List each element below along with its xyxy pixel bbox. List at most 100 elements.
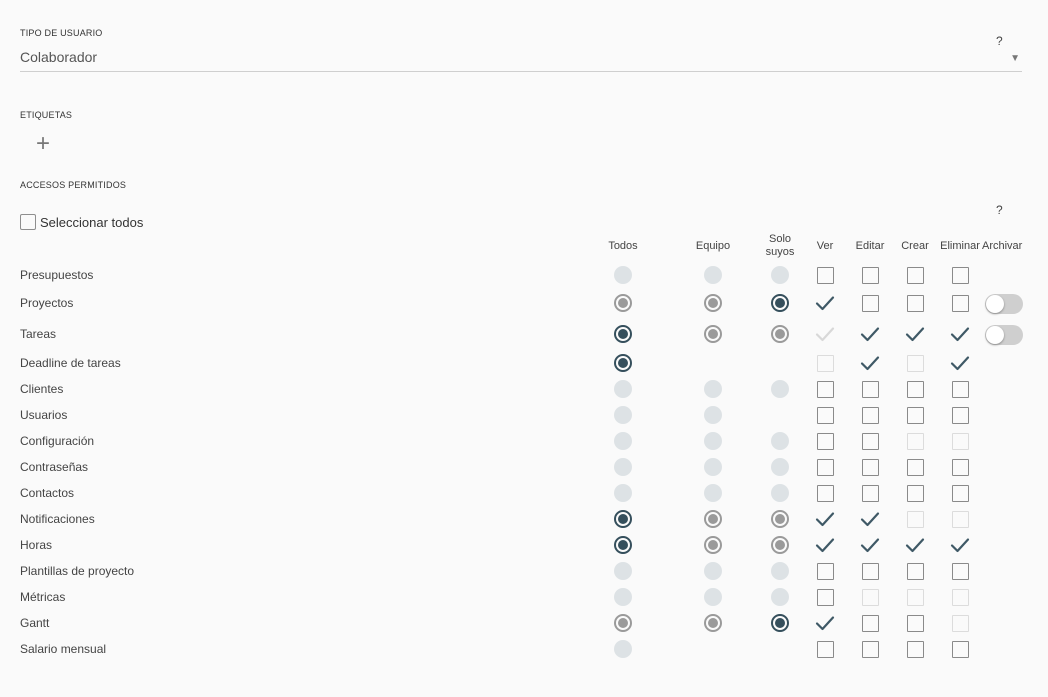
checkbox-ver[interactable] <box>815 293 835 313</box>
checkbox-eliminar[interactable] <box>950 324 970 344</box>
radio-solo-suyos[interactable] <box>770 293 790 313</box>
checkbox-eliminar[interactable] <box>950 457 970 477</box>
checkbox-crear[interactable] <box>905 457 925 477</box>
radio-todos[interactable] <box>613 293 633 313</box>
checkbox-ver[interactable] <box>815 483 835 503</box>
checkbox-editar[interactable] <box>860 353 880 373</box>
radio-equipo[interactable] <box>703 587 723 607</box>
checkbox-eliminar[interactable] <box>950 379 970 399</box>
accesos-help-icon[interactable]: ? <box>996 203 1003 217</box>
checkbox-eliminar[interactable] <box>950 639 970 659</box>
checkbox-editar[interactable] <box>860 509 880 529</box>
radio-equipo[interactable] <box>703 535 723 555</box>
checkbox-editar[interactable] <box>860 324 880 344</box>
checkbox-crear[interactable] <box>905 324 925 344</box>
radio-todos[interactable] <box>613 265 633 285</box>
radio-solo-suyos[interactable] <box>770 561 790 581</box>
checkbox-eliminar[interactable] <box>950 353 970 373</box>
radio-equipo[interactable] <box>703 613 723 633</box>
checkbox-ver[interactable] <box>815 639 835 659</box>
checkbox-crear[interactable] <box>905 639 925 659</box>
tipo-usuario-select[interactable]: Colaborador ▼ <box>20 47 1022 73</box>
radio-solo-suyos[interactable] <box>770 613 790 633</box>
radio-todos[interactable] <box>613 405 633 425</box>
select-all-checkbox[interactable]: Seleccionar todos <box>20 214 143 230</box>
radio-solo-suyos[interactable] <box>770 431 790 451</box>
radio-todos[interactable] <box>613 613 633 633</box>
checkbox-editar[interactable] <box>860 293 880 313</box>
checkbox-editar[interactable] <box>860 265 880 285</box>
checkbox-crear[interactable] <box>905 293 925 313</box>
radio-equipo[interactable] <box>703 379 723 399</box>
radio-equipo[interactable] <box>703 265 723 285</box>
radio-equipo[interactable] <box>703 509 723 529</box>
radio-solo-suyos[interactable] <box>770 265 790 285</box>
checkbox-crear[interactable] <box>905 613 925 633</box>
radio-equipo[interactable] <box>703 293 723 313</box>
radio-solo-suyos[interactable] <box>770 379 790 399</box>
checkbox-editar[interactable] <box>860 431 880 451</box>
radio-todos[interactable] <box>613 431 633 451</box>
checkbox-ver[interactable] <box>815 457 835 477</box>
tipo-usuario-help-icon[interactable]: ? <box>996 34 1003 48</box>
radio-solo-suyos[interactable] <box>770 509 790 529</box>
checkbox-editar[interactable] <box>860 483 880 503</box>
checkbox-ver[interactable] <box>815 535 835 555</box>
radio-todos[interactable] <box>613 353 633 373</box>
checkbox-eliminar[interactable] <box>950 535 970 555</box>
radio-inactive-icon <box>704 614 722 632</box>
checkbox-ver[interactable] <box>815 561 835 581</box>
radio-todos[interactable] <box>613 324 633 344</box>
radio-todos[interactable] <box>613 587 633 607</box>
archivar-toggle[interactable] <box>985 294 1023 314</box>
radio-solo-suyos[interactable] <box>770 457 790 477</box>
checkbox-ver[interactable] <box>815 265 835 285</box>
checkbox-eliminar[interactable] <box>950 265 970 285</box>
radio-solo-suyos[interactable] <box>770 483 790 503</box>
checkbox-editar[interactable] <box>860 639 880 659</box>
radio-equipo[interactable] <box>703 561 723 581</box>
radio-equipo[interactable] <box>703 431 723 451</box>
checkbox-eliminar[interactable] <box>950 561 970 581</box>
radio-todos[interactable] <box>613 483 633 503</box>
checkbox-crear[interactable] <box>905 483 925 503</box>
permission-row-label: Salario mensual <box>20 642 107 656</box>
checkbox-crear[interactable] <box>905 561 925 581</box>
checkbox-ver[interactable] <box>815 379 835 399</box>
radio-equipo[interactable] <box>703 405 723 425</box>
checkbox-eliminar[interactable] <box>950 405 970 425</box>
radio-empty-icon <box>704 458 722 476</box>
checkbox-crear[interactable] <box>905 405 925 425</box>
checkbox-crear[interactable] <box>905 535 925 555</box>
checkbox-ver[interactable] <box>815 613 835 633</box>
checkbox-editar[interactable] <box>860 379 880 399</box>
checkbox-ver[interactable] <box>815 509 835 529</box>
radio-todos[interactable] <box>613 509 633 529</box>
checkbox-editar[interactable] <box>860 561 880 581</box>
add-tag-icon[interactable]: + <box>36 132 50 156</box>
radio-todos[interactable] <box>613 457 633 477</box>
checkbox-crear[interactable] <box>905 265 925 285</box>
checkbox-ver[interactable] <box>815 431 835 451</box>
radio-equipo[interactable] <box>703 324 723 344</box>
checkbox-editar[interactable] <box>860 535 880 555</box>
checkbox-editar[interactable] <box>860 405 880 425</box>
radio-todos[interactable] <box>613 561 633 581</box>
radio-solo-suyos[interactable] <box>770 587 790 607</box>
radio-todos[interactable] <box>613 379 633 399</box>
radio-solo-suyos[interactable] <box>770 324 790 344</box>
radio-equipo[interactable] <box>703 457 723 477</box>
select-all-box[interactable] <box>20 214 36 230</box>
checkbox-editar[interactable] <box>860 613 880 633</box>
checkbox-eliminar[interactable] <box>950 293 970 313</box>
radio-equipo[interactable] <box>703 483 723 503</box>
radio-solo-suyos[interactable] <box>770 535 790 555</box>
checkbox-ver[interactable] <box>815 587 835 607</box>
radio-todos[interactable] <box>613 535 633 555</box>
checkbox-eliminar[interactable] <box>950 483 970 503</box>
checkbox-ver[interactable] <box>815 405 835 425</box>
checkbox-crear[interactable] <box>905 379 925 399</box>
checkbox-editar[interactable] <box>860 457 880 477</box>
archivar-toggle[interactable] <box>985 325 1023 345</box>
radio-todos[interactable] <box>613 639 633 659</box>
